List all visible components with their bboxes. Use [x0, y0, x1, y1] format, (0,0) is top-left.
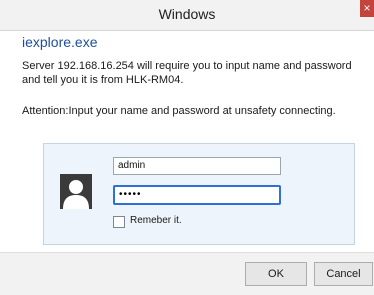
- app-name: iexplore.exe: [22, 34, 98, 50]
- button-bar: OK Cancel: [0, 252, 374, 295]
- attention-message: Attention:Input your name and password a…: [22, 105, 336, 117]
- close-button[interactable]: ×: [360, 0, 374, 17]
- server-message: Server 192.168.16.254 will require you t…: [22, 60, 352, 86]
- ok-button[interactable]: OK: [245, 262, 307, 286]
- remember-checkbox[interactable]: [113, 216, 125, 228]
- cancel-button[interactable]: Cancel: [314, 262, 373, 286]
- user-avatar-icon: [60, 174, 92, 209]
- title-bar: Windows ×: [0, 0, 374, 31]
- password-input[interactable]: •••••: [113, 185, 281, 205]
- remember-label[interactable]: Remeber it.: [130, 215, 182, 226]
- credential-dialog: Windows × iexplore.exe Server 192.168.16…: [0, 0, 374, 295]
- credential-panel: admin ••••• Remeber it.: [43, 143, 355, 245]
- username-input[interactable]: admin: [113, 157, 281, 175]
- window-title: Windows: [158, 6, 216, 22]
